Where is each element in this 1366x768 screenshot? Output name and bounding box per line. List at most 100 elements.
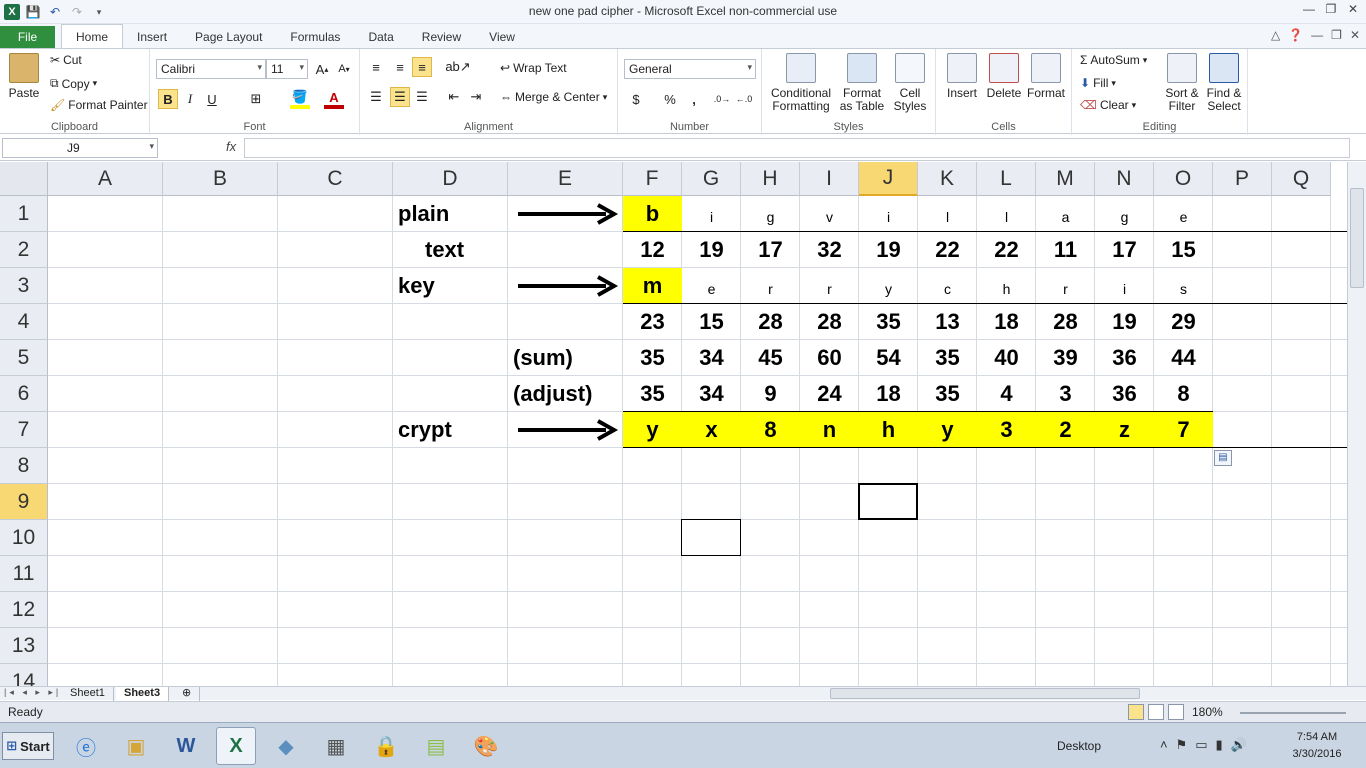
calculator-icon[interactable]: ▦ — [316, 727, 356, 765]
data-cell[interactable]: 17 — [741, 232, 800, 268]
align-right-icon[interactable]: ☰ — [412, 87, 432, 107]
data-cell[interactable]: l — [918, 196, 977, 232]
italic-button[interactable]: I — [180, 89, 200, 109]
minimize-icon[interactable]: — — [1302, 2, 1316, 16]
data-cell[interactable]: 8 — [1154, 376, 1213, 412]
data-cell[interactable]: g — [1095, 196, 1154, 232]
data-cell[interactable]: 28 — [741, 304, 800, 340]
page-layout-view-icon[interactable] — [1148, 704, 1164, 720]
column-header[interactable]: J — [859, 162, 918, 196]
data-cell[interactable]: 18 — [859, 376, 918, 412]
data-cell[interactable]: 19 — [682, 232, 741, 268]
device-icon[interactable]: ▭ — [1195, 737, 1207, 753]
data-cell[interactable]: n — [800, 412, 859, 448]
data-cell[interactable]: 60 — [800, 340, 859, 376]
font-size-select[interactable]: 11 — [266, 59, 308, 79]
tab-review[interactable]: Review — [408, 26, 475, 48]
data-cell[interactable]: 35 — [623, 376, 682, 412]
data-cell[interactable]: 39 — [1036, 340, 1095, 376]
select-all-corner[interactable] — [0, 162, 48, 196]
zoom-level[interactable]: 180% — [1192, 705, 1223, 719]
tab-insert[interactable]: Insert — [123, 26, 181, 48]
vertical-scrollbar[interactable] — [1347, 162, 1366, 686]
paste-button[interactable]: Paste — [6, 53, 42, 100]
tab-formulas[interactable]: Formulas — [276, 26, 354, 48]
restore-icon[interactable]: ❐ — [1324, 2, 1338, 16]
align-middle-icon[interactable]: ≡ — [390, 57, 410, 77]
data-cell[interactable]: h — [977, 268, 1036, 304]
insert-function-icon[interactable]: fx — [226, 139, 236, 154]
data-cell[interactable]: b — [623, 196, 682, 232]
column-header[interactable]: C — [278, 162, 393, 196]
increase-indent-icon[interactable]: ⇥ — [466, 87, 486, 107]
tab-home[interactable]: Home — [61, 24, 124, 48]
formula-input[interactable] — [244, 138, 1350, 158]
data-cell[interactable]: e — [682, 268, 741, 304]
decrease-indent-icon[interactable]: ⇤ — [444, 87, 464, 107]
data-cell[interactable]: 45 — [741, 340, 800, 376]
column-header[interactable]: A — [48, 162, 163, 196]
zoom-slider[interactable] — [1240, 712, 1346, 714]
data-cell[interactable]: 36 — [1095, 340, 1154, 376]
column-header[interactable]: D — [393, 162, 508, 196]
data-cell[interactable]: 22 — [918, 232, 977, 268]
data-cell[interactable]: 15 — [1154, 232, 1213, 268]
data-cell[interactable]: 18 — [977, 304, 1036, 340]
font-name-select[interactable]: Calibri — [156, 59, 266, 79]
data-cell[interactable]: 32 — [800, 232, 859, 268]
data-cell[interactable]: 2 — [1036, 412, 1095, 448]
copy-button[interactable]: ⧉ Copy ▾ — [50, 76, 97, 91]
folders-icon[interactable]: ▤ — [416, 727, 456, 765]
row-header[interactable]: 4 — [0, 304, 48, 340]
row-header[interactable]: 9 — [0, 484, 48, 520]
data-cell[interactable]: 22 — [977, 232, 1036, 268]
tab-data[interactable]: Data — [354, 26, 407, 48]
row-header[interactable]: 3 — [0, 268, 48, 304]
data-cell[interactable]: 23 — [623, 304, 682, 340]
fill-button[interactable]: ⬇ Fill ▾ — [1080, 76, 1116, 90]
row-header[interactable]: 2 — [0, 232, 48, 268]
clear-button[interactable]: ⌫ Clear ▾ — [1080, 98, 1136, 112]
data-cell[interactable]: 15 — [682, 304, 741, 340]
tab-view[interactable]: View — [475, 26, 529, 48]
find-select-button[interactable]: Find & Select — [1204, 53, 1244, 113]
data-cell[interactable]: 35 — [918, 340, 977, 376]
cell-label-sum[interactable]: (sum) — [508, 340, 623, 376]
data-cell[interactable]: 34 — [682, 340, 741, 376]
cell-label-crypt[interactable]: crypt — [393, 412, 508, 448]
data-cell[interactable]: i — [682, 196, 741, 232]
increase-decimal-icon[interactable]: .0→ — [712, 89, 732, 109]
data-cell[interactable]: 7 — [1154, 412, 1213, 448]
data-cell[interactable]: s — [1154, 268, 1213, 304]
desktop-toolbar-label[interactable]: Desktop — [1057, 739, 1101, 753]
data-cell[interactable]: 12 — [623, 232, 682, 268]
column-header[interactable]: H — [741, 162, 800, 196]
excel-taskbar-icon[interactable]: X — [216, 727, 256, 765]
active-cell-selection[interactable] — [858, 483, 918, 520]
align-bottom-icon[interactable]: ≡ — [412, 57, 432, 77]
name-box[interactable]: J9 — [2, 138, 158, 158]
data-cell[interactable]: x — [682, 412, 741, 448]
close-icon[interactable]: ✕ — [1346, 2, 1360, 16]
help-icon[interactable]: ❓ — [1288, 28, 1303, 42]
minimize-ribbon-icon[interactable]: △ — [1271, 28, 1280, 42]
data-cell[interactable]: l — [977, 196, 1036, 232]
data-cell[interactable]: 54 — [859, 340, 918, 376]
data-cell[interactable]: e — [1154, 196, 1213, 232]
data-cell[interactable]: z — [1095, 412, 1154, 448]
insert-sheet-icon[interactable]: ⊕ — [174, 687, 201, 701]
column-header[interactable]: O — [1154, 162, 1213, 196]
row-header[interactable]: 13 — [0, 628, 48, 664]
cell-label-text[interactable]: text — [393, 232, 508, 268]
data-cell[interactable]: r — [1036, 268, 1095, 304]
data-cell[interactable]: 9 — [741, 376, 800, 412]
data-cell[interactable]: y — [623, 412, 682, 448]
autosum-button[interactable]: Σ AutoSum ▾ — [1080, 53, 1147, 67]
data-cell[interactable]: v — [800, 196, 859, 232]
horizontal-scroll-thumb[interactable] — [830, 688, 1140, 699]
row-header[interactable]: 7 — [0, 412, 48, 448]
workbook-restore-icon[interactable]: ❐ — [1331, 28, 1342, 42]
cell-label-plain[interactable]: plain — [393, 196, 508, 232]
data-cell[interactable]: y — [859, 268, 918, 304]
sort-filter-button[interactable]: Sort & Filter — [1162, 53, 1202, 113]
